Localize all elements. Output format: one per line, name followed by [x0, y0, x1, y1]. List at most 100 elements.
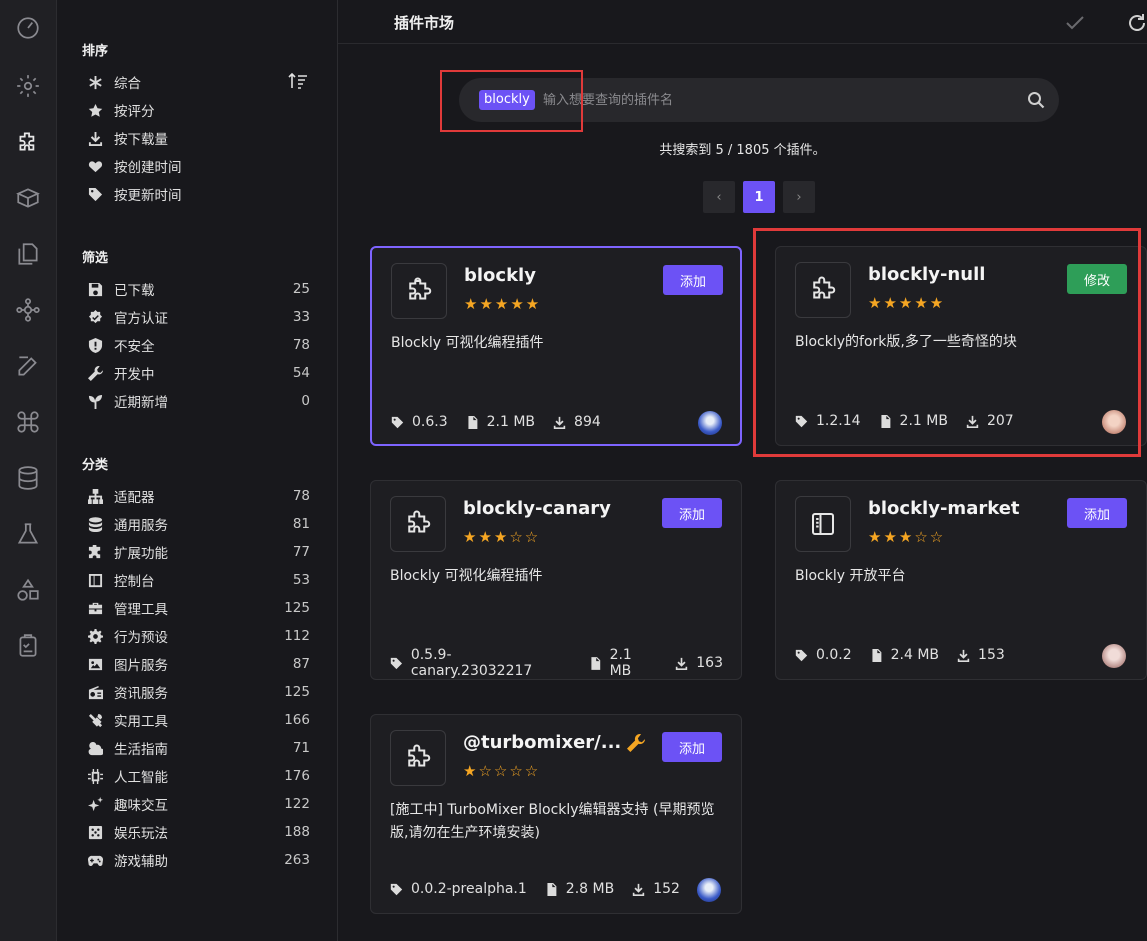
filter-item-recent[interactable]: 近期新增 0 — [86, 390, 310, 412]
search-icon[interactable] — [1027, 91, 1045, 109]
image-icon — [86, 655, 104, 673]
plugin-size: 2.4 MB — [890, 647, 940, 663]
download-icon — [676, 657, 688, 670]
edit-icon[interactable] — [12, 350, 44, 382]
settings-icon[interactable] — [12, 70, 44, 102]
filter-panel: 排序 综合 按评分 按下载量 按创建时间 按更新时间 筛选 已下载 25 官方认… — [58, 0, 338, 941]
add-button[interactable]: 添加 — [662, 498, 722, 528]
category-item-management[interactable]: 管理工具 125 — [86, 597, 310, 619]
network-icon[interactable] — [12, 294, 44, 326]
file-icon — [468, 415, 477, 429]
category-item-console[interactable]: 控制台 53 — [86, 569, 310, 591]
plugin-downloads: 152 — [653, 881, 680, 897]
sparkles-icon — [86, 795, 104, 813]
download-icon — [633, 883, 645, 896]
author-avatar[interactable] — [1102, 644, 1126, 668]
author-avatar[interactable] — [697, 878, 721, 902]
pager-next-button[interactable]: › — [783, 181, 815, 213]
puzzle-icon — [391, 263, 447, 319]
weather-icon — [86, 739, 104, 757]
add-button[interactable]: 添加 — [662, 732, 722, 762]
toolbox-icon — [86, 599, 104, 617]
cog-icon — [86, 627, 104, 645]
filter-item-developing[interactable]: 开发中 54 — [86, 362, 310, 384]
category-item-behavior[interactable]: 行为预设 112 — [86, 625, 310, 647]
category-item-extension[interactable]: 扩展功能 77 — [86, 541, 310, 563]
sort-item-updated[interactable]: 按更新时间 — [86, 183, 310, 205]
star-icon — [86, 101, 104, 119]
tools-icon — [86, 711, 104, 729]
plugin-card[interactable]: blockly ★★★★★ 添加 Blockly 可视化编程插件 0.6.3 2… — [370, 246, 742, 446]
sort-item-rating[interactable]: 按评分 — [86, 99, 310, 121]
category-item-game[interactable]: 游戏辅助 263 — [86, 849, 310, 871]
filter-item-verified[interactable]: 官方认证 33 — [86, 306, 310, 328]
category-item-general-service[interactable]: 通用服务 81 — [86, 513, 310, 535]
category-item-utility[interactable]: 实用工具 166 — [86, 709, 310, 731]
save-icon — [86, 280, 104, 298]
shapes-icon[interactable] — [12, 574, 44, 606]
tag-icon — [390, 657, 403, 669]
plugin-description: Blockly 可视化编程插件 — [391, 335, 544, 351]
plugin-name[interactable]: blockly — [464, 265, 536, 286]
dice-icon — [86, 823, 104, 841]
puzzle-icon — [390, 496, 446, 552]
rating-stars: ★☆☆☆☆ — [463, 762, 541, 780]
card-highlight-box — [753, 228, 1141, 457]
icon-rail — [0, 0, 57, 941]
shield-alert-icon — [86, 336, 104, 354]
chip-icon — [86, 767, 104, 785]
pager-page-button[interactable]: 1 — [743, 181, 775, 213]
category-item-life[interactable]: 生活指南 71 — [86, 737, 310, 759]
plugin-card[interactable]: @turbomixer/... ★☆☆☆☆ 添加 [施工中] TurboMixe… — [370, 714, 742, 914]
download-icon — [86, 129, 104, 147]
main-content: 插件市场 blockly 共搜索到 5 / 1805 个插件。 ‹ 1 › bl… — [338, 0, 1147, 941]
dashboard-icon[interactable] — [12, 12, 44, 44]
plugin-version: 0.5.9-canary.23032217 — [410, 647, 533, 679]
category-item-ai[interactable]: 人工智能 176 — [86, 765, 310, 787]
plugin-market-icon[interactable] — [12, 126, 44, 158]
check-icon[interactable] — [1064, 12, 1086, 34]
category-item-entertainment[interactable]: 娱乐玩法 188 — [86, 821, 310, 843]
sort-section-title: 排序 — [82, 44, 109, 59]
result-count: 共搜索到 5 / 1805 个插件。 — [659, 143, 826, 158]
sort-item-downloads[interactable]: 按下载量 — [86, 127, 310, 149]
verified-icon — [86, 308, 104, 326]
plugin-size: 2.8 MB — [565, 881, 615, 897]
database-icon[interactable] — [12, 462, 44, 494]
refresh-icon[interactable] — [1126, 12, 1147, 34]
app-root: 排序 综合 按评分 按下载量 按创建时间 按更新时间 筛选 已下载 25 官方认… — [0, 0, 1147, 941]
sort-item-comprehensive[interactable]: 综合 — [86, 71, 310, 93]
tag-icon — [390, 883, 403, 895]
plugin-name[interactable]: @turbomixer/... — [463, 732, 621, 753]
search-input[interactable] — [543, 88, 1003, 112]
pager-prev-button[interactable]: ‹ — [703, 181, 735, 213]
top-bar: 插件市场 — [338, 0, 1147, 44]
category-item-fun[interactable]: 趣味交互 122 — [86, 793, 310, 815]
plugin-name[interactable]: blockly-canary — [463, 498, 611, 519]
author-avatar[interactable] — [698, 411, 722, 435]
add-button[interactable]: 添加 — [663, 265, 723, 295]
puzzle-icon — [86, 543, 104, 561]
filter-item-unsafe[interactable]: 不安全 78 — [86, 334, 310, 356]
flask-icon[interactable] — [12, 518, 44, 550]
gamepad-icon — [86, 851, 104, 869]
download-icon — [957, 649, 970, 662]
package-icon[interactable] — [12, 182, 44, 214]
command-icon[interactable] — [12, 406, 44, 438]
rating-stars: ★★★★★ — [464, 295, 542, 313]
file-icon — [872, 648, 881, 662]
files-icon[interactable] — [12, 238, 44, 270]
add-button[interactable]: 添加 — [1067, 498, 1127, 528]
category-item-image[interactable]: 图片服务 87 — [86, 653, 310, 675]
sort-item-created[interactable]: 按创建时间 — [86, 155, 310, 177]
clipboard-icon[interactable] — [12, 630, 44, 662]
plugin-version: 0.6.3 — [412, 414, 448, 430]
rating-stars: ★★★☆☆ — [868, 528, 946, 546]
filter-item-downloaded[interactable]: 已下载 25 — [86, 278, 310, 300]
category-item-news[interactable]: 资讯服务 125 — [86, 681, 310, 703]
plugin-card[interactable]: blockly-market ★★★☆☆ 添加 Blockly 开放平台 0.0… — [775, 480, 1147, 680]
plugin-card[interactable]: blockly-canary ★★★☆☆ 添加 Blockly 可视化编程插件 … — [370, 480, 742, 680]
plugin-meta: 0.5.9-canary.23032217 2.1 MB 163 — [390, 647, 741, 679]
category-item-adapter[interactable]: 适配器 78 — [86, 485, 310, 507]
plugin-name[interactable]: blockly-market — [868, 498, 1020, 519]
